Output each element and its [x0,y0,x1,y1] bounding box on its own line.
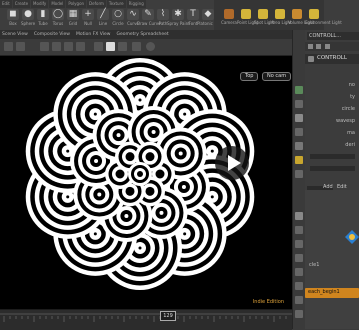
camera-lock-icon[interactable] [132,42,141,51]
play-icon [228,155,241,171]
shelf-tab[interactable]: Rigging [126,0,146,8]
back-icon[interactable] [308,44,313,49]
viewer-toolbar [0,39,292,56]
param-slider[interactable] [310,154,355,159]
param-label: ty [350,94,355,100]
light-tool-button[interactable]: Area Light [271,9,292,29]
node-name[interactable]: CONTROLL [317,55,347,61]
node-header: CONTROLL [305,54,359,64]
zoom-icon[interactable] [295,310,303,318]
tab-scene-view[interactable]: Scene View [2,30,28,39]
view-icon[interactable] [118,42,127,51]
display-icon[interactable] [295,86,303,94]
spot-light-icon [258,9,268,19]
param-slider[interactable] [310,166,355,171]
flower-pattern-graphic [25,58,255,290]
foreach-begin-node[interactable]: each_begin1 [305,288,359,298]
light-tool-label: Point Light [237,20,259,25]
light-tool-button[interactable]: Volume Light [288,9,315,29]
area-light-icon [275,9,285,19]
point-light-icon [241,9,251,19]
grid-icon[interactable] [295,142,303,150]
node-glyph[interactable] [345,230,359,244]
wire-icon[interactable] [295,240,303,248]
light-tool-button[interactable]: Environment Light [305,9,342,29]
forward-arrow-icon[interactable] [16,42,25,51]
param-label: ma [347,130,355,136]
param-label: deri [345,142,355,148]
forward-icon[interactable] [316,44,321,49]
lights-shelf: Camera Point Light Spot Light Area Light Vol… [214,0,342,30]
shading-icon[interactable] [146,42,155,51]
volume-light-icon [292,9,302,19]
edition-label: Indie Edition [252,299,284,305]
scale-tool-icon[interactable] [76,42,85,51]
layout-icon[interactable] [295,254,303,262]
flag-icon[interactable] [295,282,303,290]
network-editor[interactable]: Add Edit cle1 each_begin1 [305,184,359,329]
shelf-tab[interactable]: Edit [0,0,12,8]
shelf-tab[interactable]: Create [12,0,31,8]
select-tool-icon[interactable] [40,42,49,51]
shelf-tab[interactable]: Modify [31,0,49,8]
param-label: no [348,82,355,88]
shelf-tabs: Edit Create Modify Model Polygon Deform Textur… [0,0,212,8]
light-tool-label: Spot Light [254,20,275,25]
param-label: circle [341,106,355,112]
shelf-tab[interactable]: Model [49,0,66,8]
shelf-tab[interactable]: Texture [106,0,126,8]
light-tool-label: Environment Light [305,20,342,25]
light-tool-label: Area Light [271,20,292,25]
rotate-tool-icon[interactable] [64,42,73,51]
handle-icon[interactable] [106,42,115,51]
param-nav-bar [305,42,359,51]
param-label: wavesp [336,118,355,124]
camera-icon[interactable] [295,128,303,136]
side-toolbar [292,30,306,329]
tab-geometry-spreadsheet[interactable]: Geometry Spreadsheet [116,30,168,39]
light-tool-button[interactable]: Point Light [237,9,259,29]
node-type-icon [308,56,314,62]
pane-tabs: Scene View Composite View Motion FX View… [0,30,294,39]
shelf-toolbar: Edit Create Modify Model Polygon Deform Textur… [0,0,359,31]
light-tool-button[interactable]: Camera [220,9,238,29]
add-node-icon[interactable] [295,226,303,234]
tab-motion-fx-view[interactable]: Motion FX View [76,30,110,39]
ghost-icon[interactable] [295,100,303,108]
tab-edit[interactable]: Edit [337,184,347,190]
shelf-tab[interactable]: Polygon [66,0,87,8]
home-icon[interactable] [325,44,330,49]
render-icon[interactable] [295,170,303,178]
tab-add[interactable]: Add [323,184,333,190]
platonic-icon: ◆ [202,9,214,20]
node-label: each_begin1 [308,289,340,295]
network-label: cle1 [309,262,320,268]
param-path[interactable]: CONTROLL... [307,32,359,40]
snap-icon[interactable] [295,268,303,276]
play-button[interactable] [215,146,249,180]
camera-icon [224,9,234,19]
shelf-tab[interactable]: Deform [87,0,106,8]
light-icon[interactable] [295,156,303,164]
env-light-icon [309,9,319,19]
light-tool-label: Volume Light [288,20,315,25]
scene-viewport[interactable]: Top No cam Indie Edition [0,56,292,309]
current-frame-indicator[interactable]: 129 [160,311,176,321]
select-icon[interactable] [295,212,303,220]
snap-icon[interactable] [94,42,103,51]
light-tool-button[interactable]: Spot Light [254,9,275,29]
lock-icon[interactable] [295,114,303,122]
comment-icon[interactable] [295,296,303,304]
tab-composite-view[interactable]: Composite View [34,30,70,39]
timeline[interactable] [0,309,292,330]
move-tool-icon[interactable] [52,42,61,51]
light-tool-label: Camera [221,20,237,25]
back-arrow-icon[interactable] [4,42,13,51]
